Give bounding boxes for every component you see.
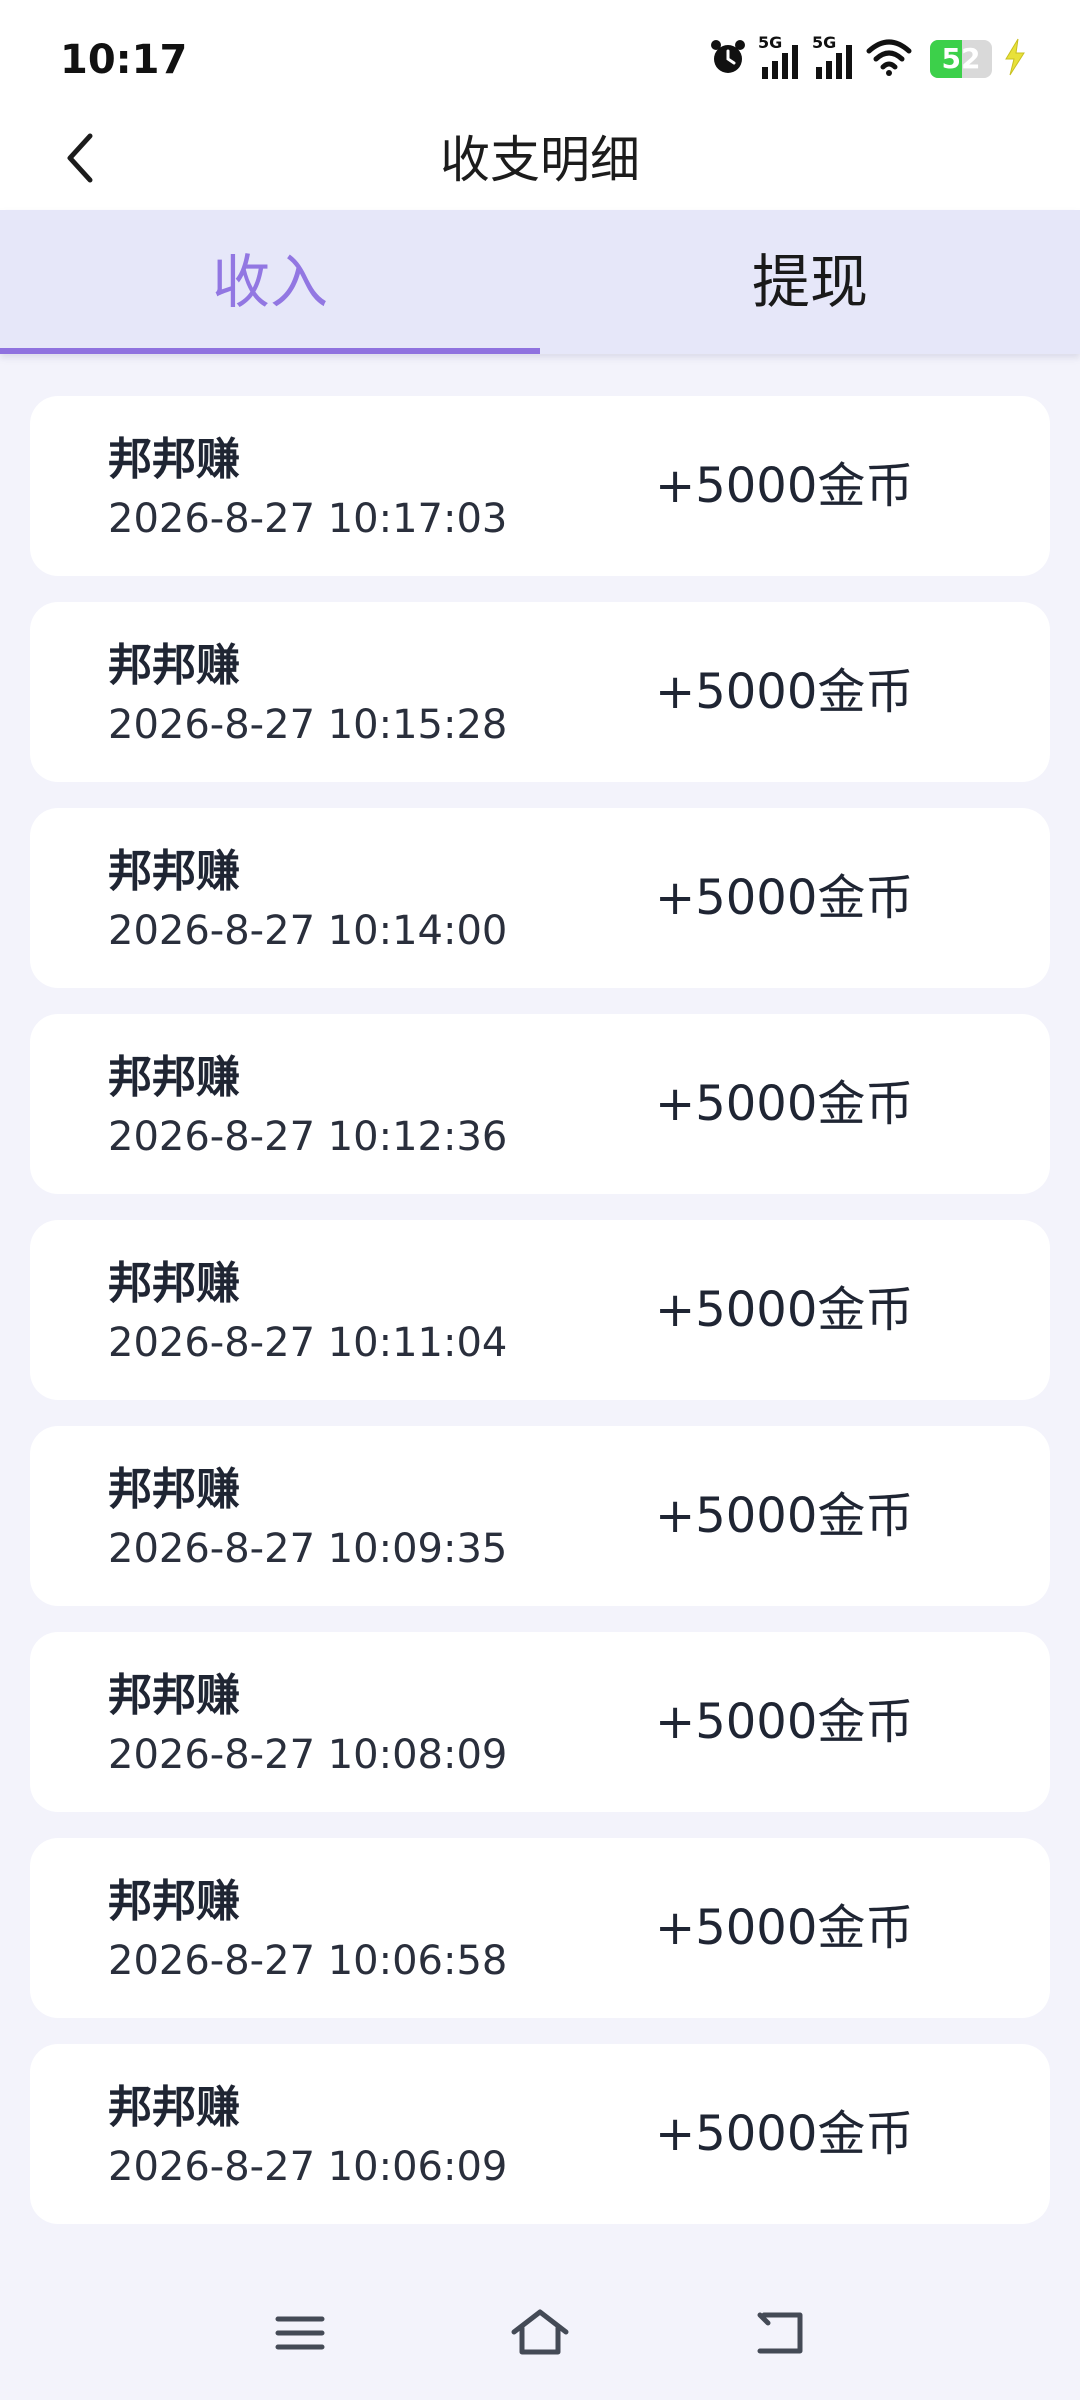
record-time: 2026-8-27 10:06:09 — [108, 2144, 508, 2190]
tab-bar: 收入 提现 — [0, 210, 1080, 354]
income-record-list: 邦邦赚 2026-8-27 10:17:03 +5000金币 邦邦赚 2026-… — [30, 396, 1050, 2250]
list-item[interactable]: 邦邦赚 2026-8-27 10:06:58 +5000金币 — [30, 1838, 1050, 2018]
battery-level: 52 — [941, 42, 981, 75]
status-time: 10:17 — [60, 37, 188, 83]
status-icons: 5G 5G 52 — [708, 33, 1028, 84]
tab-withdraw[interactable]: 提现 — [540, 210, 1080, 354]
header: 收支明细 — [0, 110, 1080, 210]
menu-icon — [274, 2311, 326, 2359]
signal-5g-icon: 5G — [758, 33, 802, 81]
list-item[interactable]: 邦邦赚 2026-8-27 10:14:00 +5000金币 — [30, 808, 1050, 988]
record-amount: +5000金币 — [655, 1900, 914, 1956]
record-source: 邦邦赚 — [108, 846, 240, 897]
signal-5g-icon: 5G — [812, 33, 856, 81]
record-time: 2026-8-27 10:15:28 — [108, 702, 508, 748]
list-item[interactable]: 邦邦赚 2026-8-27 10:12:36 +5000金币 — [30, 1014, 1050, 1194]
record-amount: +5000金币 — [655, 1076, 914, 1132]
back-nav-button[interactable] — [740, 2300, 820, 2370]
list-item[interactable]: 邦邦赚 2026-8-27 10:06:09 +5000金币 — [30, 2044, 1050, 2224]
record-time: 2026-8-27 10:06:58 — [108, 1938, 508, 1984]
alarm-icon — [708, 37, 748, 81]
record-time: 2026-8-27 10:12:36 — [108, 1114, 508, 1160]
list-item[interactable]: 邦邦赚 2026-8-27 10:08:09 +5000金币 — [30, 1632, 1050, 1812]
record-amount: +5000金币 — [655, 1694, 914, 1750]
charging-bolt-icon — [1002, 37, 1028, 81]
tab-income[interactable]: 收入 — [0, 210, 540, 354]
home-icon — [510, 2308, 570, 2362]
record-source: 邦邦赚 — [108, 640, 240, 691]
list-item[interactable]: 邦邦赚 2026-8-27 10:15:28 +5000金币 — [30, 602, 1050, 782]
wifi-icon — [866, 37, 912, 81]
status-bar: 10:17 5G 5G 52 — [0, 0, 1080, 110]
menu-button[interactable] — [260, 2300, 340, 2370]
record-time: 2026-8-27 10:17:03 — [108, 496, 508, 542]
record-amount: +5000金币 — [655, 1488, 914, 1544]
record-amount: +5000金币 — [655, 1282, 914, 1338]
record-amount: +5000金币 — [655, 664, 914, 720]
record-source: 邦邦赚 — [108, 1670, 240, 1721]
record-source: 邦邦赚 — [108, 1052, 240, 1103]
record-amount: +5000金币 — [655, 458, 914, 514]
record-source: 邦邦赚 — [108, 434, 240, 485]
system-nav-bar — [0, 2270, 1080, 2400]
record-source: 邦邦赚 — [108, 1464, 240, 1515]
home-button[interactable] — [500, 2300, 580, 2370]
record-time: 2026-8-27 10:14:00 — [108, 908, 508, 954]
record-source: 邦邦赚 — [108, 2082, 240, 2133]
record-amount: +5000金币 — [655, 870, 914, 926]
battery-icon: 52 — [930, 40, 992, 78]
page-title: 收支明细 — [440, 131, 640, 189]
record-source: 邦邦赚 — [108, 1876, 240, 1927]
list-item[interactable]: 邦邦赚 2026-8-27 10:09:35 +5000金币 — [30, 1426, 1050, 1606]
record-source: 邦邦赚 — [108, 1258, 240, 1309]
record-time: 2026-8-27 10:11:04 — [108, 1320, 508, 1366]
list-item[interactable]: 邦邦赚 2026-8-27 10:11:04 +5000金币 — [30, 1220, 1050, 1400]
record-time: 2026-8-27 10:09:35 — [108, 1526, 508, 1572]
record-time: 2026-8-27 10:08:09 — [108, 1732, 508, 1778]
record-amount: +5000金币 — [655, 2106, 914, 2162]
list-item[interactable]: 邦邦赚 2026-8-27 10:17:03 +5000金币 — [30, 396, 1050, 576]
back-icon — [752, 2309, 808, 2361]
